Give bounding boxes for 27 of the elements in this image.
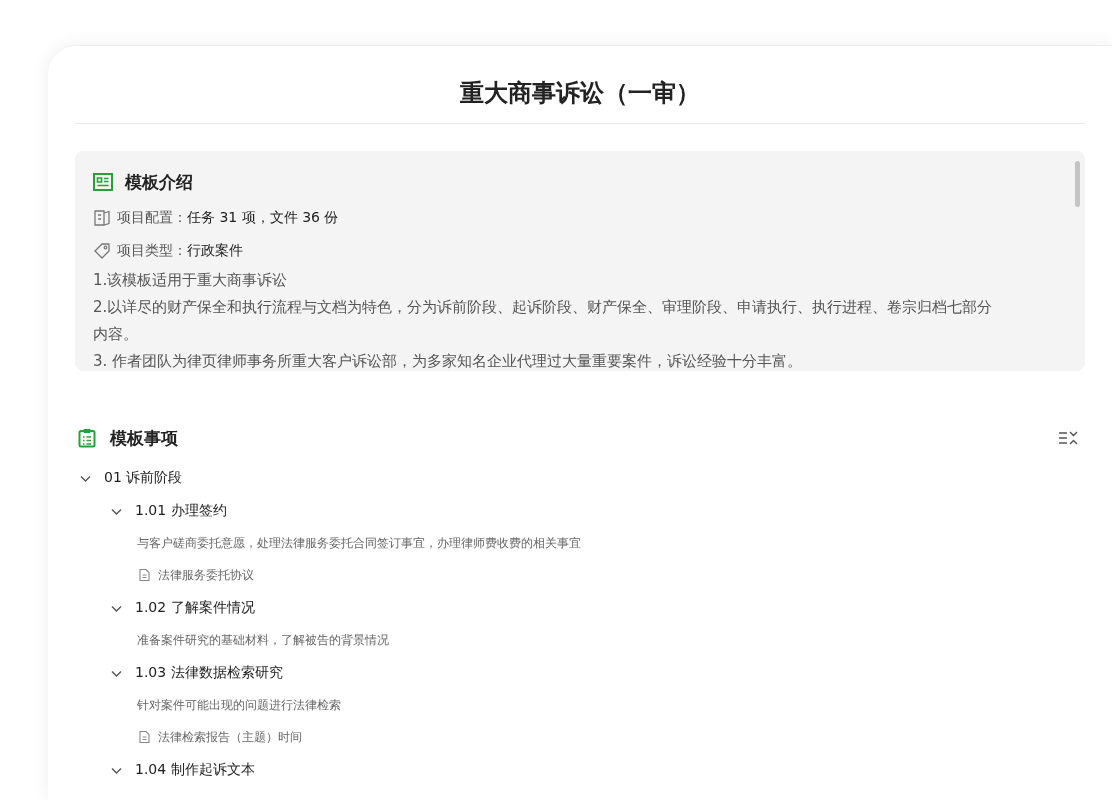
task-description: 准备案件研究的基础材料，了解被告的背景情况 (136, 632, 390, 649)
file-link[interactable]: 法律服务委托协议 (158, 566, 254, 584)
scrollbar-thumb[interactable] (1075, 161, 1080, 207)
page-title: 重大商事诉讼（一审） (75, 46, 1085, 124)
config-label: 项目配置： (117, 208, 187, 227)
config-value: 任务 31 项，文件 36 份 (187, 208, 339, 227)
type-label: 项目类型： (117, 241, 187, 260)
task-title[interactable]: 1.04 制作起诉文本 (135, 761, 255, 779)
panel-icon (93, 208, 111, 227)
newspaper-icon (93, 173, 113, 191)
tag-icon (93, 241, 111, 260)
file-link[interactable]: 法律检索报告（主题）时间 (158, 728, 302, 746)
task-title[interactable]: 1.02 了解案件情况 (135, 599, 255, 617)
task-title[interactable]: 1.01 办理签约 (135, 502, 227, 520)
stage-title[interactable]: 01 诉前阶段 (104, 469, 183, 487)
intro-title: 模板介绍 (125, 170, 193, 194)
task-description: 针对案件可能出现的问题进行法律检索 (136, 697, 342, 714)
intro-paragraph: 3. 作者团队为律页律师事务所重大客户诉讼部，为多家知名企业代理过大量重要案件，诉讼经验十分丰富。 (93, 351, 804, 371)
intro-paragraph: 1.该模板适用于重大商事诉讼 (93, 270, 289, 291)
clipboard-icon (78, 428, 96, 448)
intro-paragraph: 2.以详尽的财产保全和执行流程与文档为特色，分为诉前阶段、起诉阶段、财产保全、审理阶段、申请执行、执行进程、卷宗归档七部分内容。 (93, 297, 994, 345)
task-description: 与客户磋商委托意愿，处理法律服务委托合同签订事宜，办理律师费收费的相关事宜 (136, 535, 582, 552)
type-value: 行政案件 (187, 241, 243, 260)
document-icon (138, 568, 151, 582)
section-title: 模板事项 (110, 426, 178, 450)
document-icon (138, 730, 151, 744)
task-title[interactable]: 1.03 法律数据检索研究 (135, 664, 283, 682)
